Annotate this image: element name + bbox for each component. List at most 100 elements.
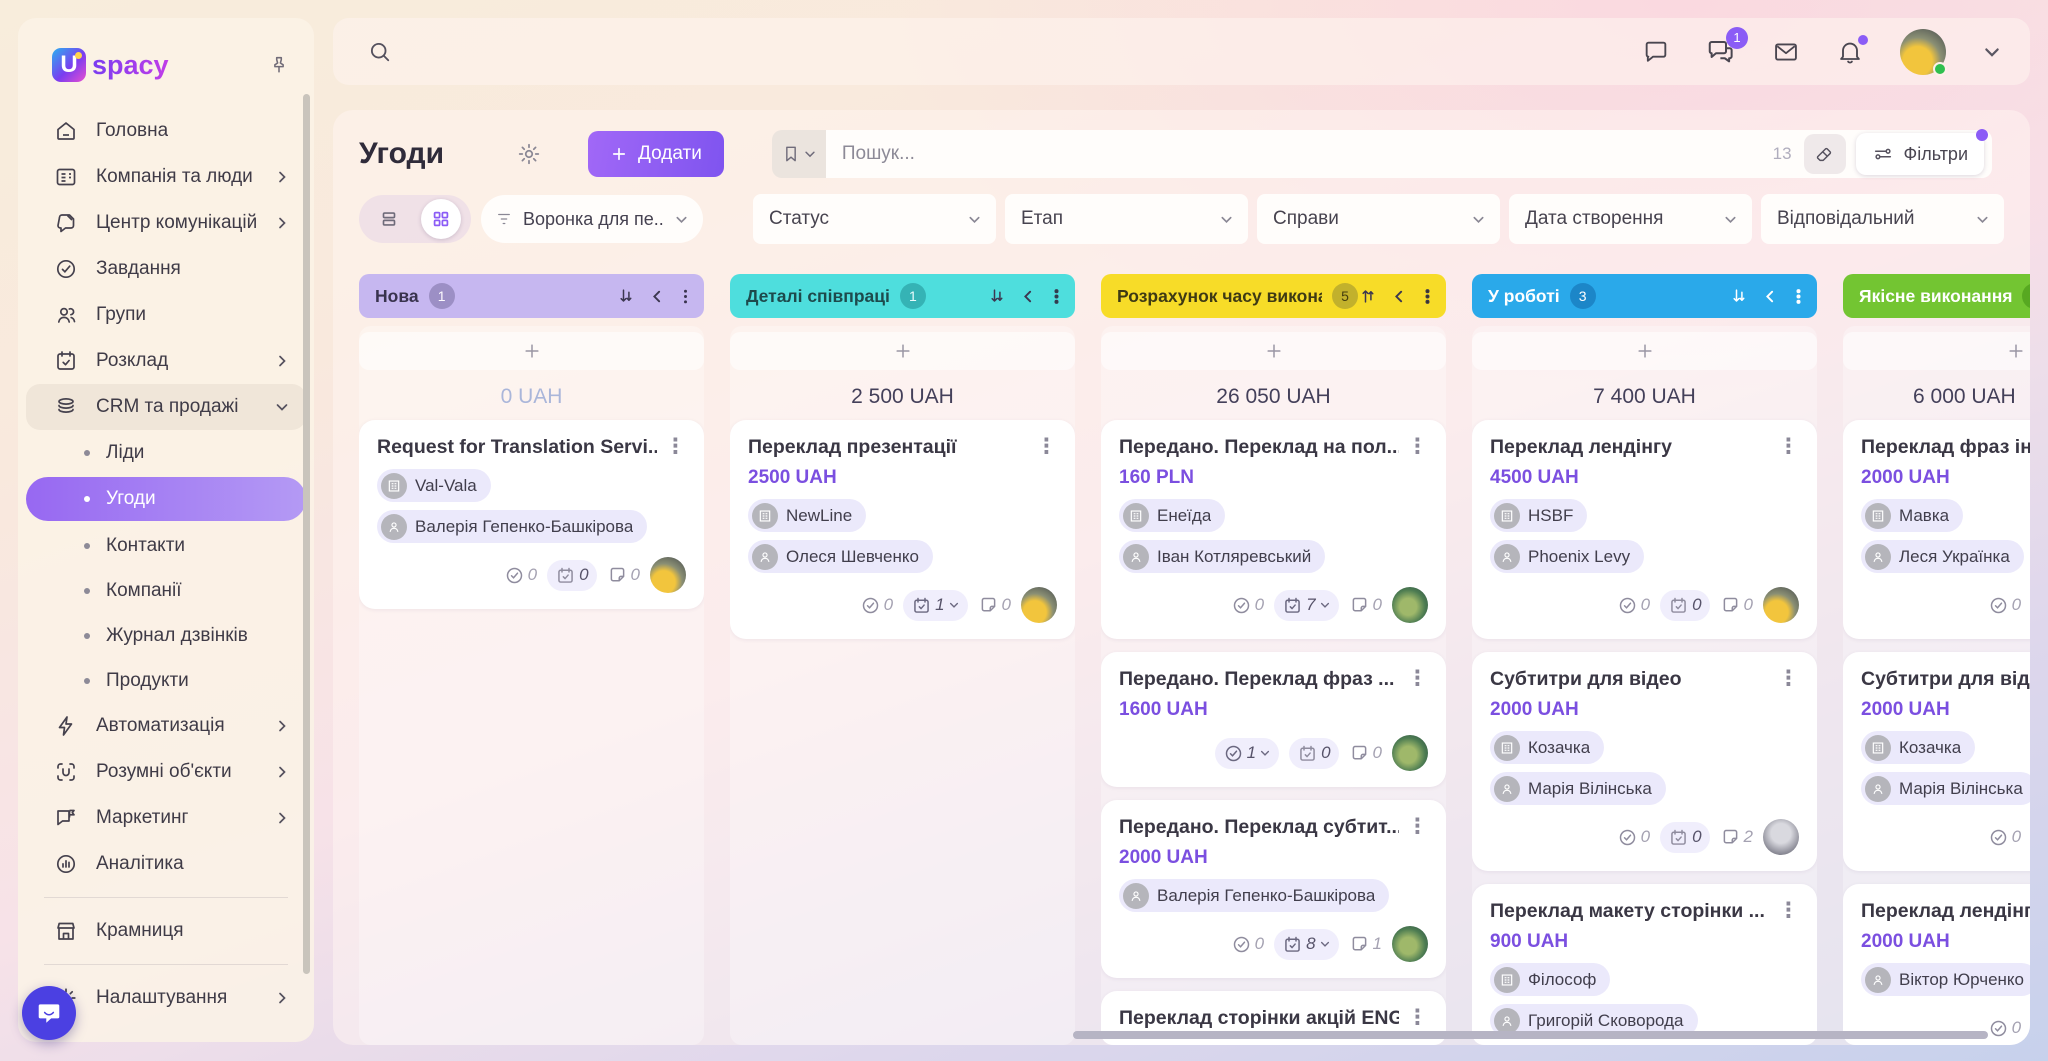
contact-chip[interactable]: Phoenix Levy bbox=[1490, 540, 1644, 573]
tasks-stat[interactable]: 0 bbox=[1988, 595, 2021, 616]
column-header[interactable]: У роботі 3 bbox=[1472, 274, 1817, 318]
activities-stat[interactable]: 0 bbox=[1289, 738, 1338, 769]
deal-card[interactable]: Переклад презентації ⋮ 2500 UAH NewLine … bbox=[730, 420, 1075, 639]
sort-icon[interactable] bbox=[1729, 286, 1749, 306]
company-chip[interactable]: Енеїда bbox=[1119, 499, 1225, 532]
card-menu-icon[interactable]: ⋮ bbox=[1770, 436, 1799, 457]
filter-select-created-date[interactable]: Дата створення bbox=[1509, 194, 1752, 244]
global-search-icon[interactable] bbox=[367, 39, 393, 65]
sort-icon[interactable] bbox=[616, 286, 636, 306]
filters-button[interactable]: Фільтри bbox=[1856, 133, 1984, 175]
sidebar-item-company-people[interactable]: Компанія та люди bbox=[18, 154, 314, 200]
collapse-column-icon[interactable] bbox=[1761, 288, 1778, 305]
sidebar-item-automation[interactable]: Автоматизація bbox=[18, 703, 314, 749]
deal-card[interactable]: Request for Translation Servi... ⋮ Val-V… bbox=[359, 420, 704, 609]
add-card-button[interactable] bbox=[730, 332, 1075, 370]
activities-stat[interactable]: 8 bbox=[1274, 929, 1338, 960]
contact-chip[interactable]: Валерія Гепенко-Башкірова bbox=[1119, 879, 1389, 912]
card-menu-icon[interactable]: ⋮ bbox=[657, 436, 686, 457]
deal-card[interactable]: Передано. Переклад фраз ... ⋮ 1600 UAH 1… bbox=[1101, 652, 1446, 787]
notes-stat[interactable]: 0 bbox=[978, 595, 1011, 616]
sidebar-item-store[interactable]: Крамниця bbox=[18, 908, 314, 954]
sidebar-item-marketing[interactable]: Маркетинг bbox=[18, 795, 314, 841]
company-chip[interactable]: Козачка bbox=[1490, 731, 1604, 764]
filter-select-activities[interactable]: Справи bbox=[1257, 194, 1500, 244]
notifications-bell-icon[interactable] bbox=[1836, 38, 1864, 66]
add-card-button[interactable] bbox=[1472, 332, 1817, 370]
card-menu-icon[interactable]: ⋮ bbox=[1399, 1007, 1428, 1028]
card-menu-icon[interactable]: ⋮ bbox=[1770, 900, 1799, 921]
company-chip[interactable]: NewLine bbox=[748, 499, 866, 532]
card-menu-icon[interactable]: ⋮ bbox=[1399, 816, 1428, 837]
contact-chip[interactable]: Марія Вілінська bbox=[1490, 772, 1666, 805]
sidebar-item-communications[interactable]: Центр комунікацій bbox=[18, 200, 314, 246]
company-chip[interactable]: Філософ bbox=[1490, 963, 1610, 996]
pipeline-selector[interactable]: Воронка для пе... bbox=[481, 195, 703, 243]
support-chat-fab[interactable] bbox=[22, 986, 76, 1040]
tasks-stat[interactable]: 0 bbox=[504, 565, 537, 586]
tasks-stat[interactable]: 0 bbox=[1231, 934, 1264, 955]
card-menu-icon[interactable]: ⋮ bbox=[1399, 436, 1428, 457]
mail-icon[interactable] bbox=[1772, 38, 1800, 66]
deal-card[interactable]: Субтитри для відео ⋮ 2000 UAH Козачка Ма… bbox=[1472, 652, 1817, 871]
contact-chip[interactable]: Марія Вілінська bbox=[1861, 772, 2030, 805]
company-chip[interactable]: Козачка bbox=[1861, 731, 1975, 764]
column-header[interactable]: Розрахунок часу викона... 5 bbox=[1101, 274, 1446, 318]
sidebar-item-call-log[interactable]: Журнал дзвінків bbox=[18, 613, 314, 658]
sidebar-item-home[interactable]: Головна bbox=[18, 108, 314, 154]
sidebar-item-leads[interactable]: Ліди bbox=[18, 430, 314, 475]
contact-chip[interactable]: Леся Українка bbox=[1861, 540, 2024, 573]
sidebar-item-smart-objects[interactable]: Розумні об'єкти bbox=[18, 749, 314, 795]
contact-chip[interactable]: Олеся Шевченко bbox=[748, 540, 933, 573]
company-chip[interactable]: HSBF bbox=[1490, 499, 1587, 532]
add-deal-button[interactable]: Додати bbox=[588, 131, 724, 177]
collapse-column-icon[interactable] bbox=[1390, 288, 1407, 305]
search-input[interactable] bbox=[842, 143, 1773, 165]
filter-select-stage[interactable]: Етап bbox=[1005, 194, 1248, 244]
tasks-stat[interactable]: 0 bbox=[1988, 1018, 2021, 1039]
profile-chevron-down-icon[interactable] bbox=[1982, 42, 2002, 62]
filter-select-responsible[interactable]: Відповідальний bbox=[1761, 194, 2004, 244]
contact-chip[interactable]: Віктор Юрченко bbox=[1861, 963, 2030, 996]
deal-card[interactable]: Субтитри для відео. Ред... ⋮ 2000 UAH Ко… bbox=[1843, 652, 2030, 871]
column-header[interactable]: Нова 1 bbox=[359, 274, 704, 318]
feed-chat-icon[interactable] bbox=[1642, 38, 1670, 66]
sidebar-item-products[interactable]: Продукти bbox=[18, 658, 314, 703]
horizontal-scrollbar[interactable] bbox=[1073, 1031, 1988, 1039]
sidebar-item-contacts[interactable]: Контакти bbox=[18, 523, 314, 568]
sidebar-item-schedule[interactable]: Розклад bbox=[18, 338, 314, 384]
sidebar-item-companies[interactable]: Компанії bbox=[18, 568, 314, 613]
filter-select-status[interactable]: Статус bbox=[753, 194, 996, 244]
responsible-avatar[interactable] bbox=[650, 557, 686, 593]
company-chip[interactable]: Мавка bbox=[1861, 499, 1963, 532]
saved-filters-button[interactable] bbox=[772, 130, 826, 178]
messenger-icon[interactable]: 1 bbox=[1706, 37, 1736, 67]
notes-stat[interactable]: 0 bbox=[1720, 595, 1753, 616]
tasks-stat[interactable]: 0 bbox=[1988, 827, 2021, 848]
tasks-stat[interactable]: 0 bbox=[1617, 827, 1650, 848]
sidebar-scrollbar[interactable] bbox=[303, 94, 310, 974]
responsible-avatar[interactable] bbox=[1392, 735, 1428, 771]
deal-card[interactable]: Переклад лендінгу ⋮ 4500 UAH HSBF Phoeni… bbox=[1472, 420, 1817, 639]
column-header[interactable]: Якісне виконання 3 bbox=[1843, 274, 2030, 318]
card-menu-icon[interactable]: ⋮ bbox=[1028, 436, 1057, 457]
card-menu-icon[interactable]: ⋮ bbox=[1770, 668, 1799, 689]
clear-filters-eraser-icon[interactable] bbox=[1804, 134, 1846, 174]
responsible-avatar[interactable] bbox=[1392, 926, 1428, 962]
deal-card[interactable]: Передано. Переклад субтит... ⋮ 2000 UAH … bbox=[1101, 800, 1446, 978]
deal-card[interactable]: Передано. Переклад на пол... ⋮ 160 PLN Е… bbox=[1101, 420, 1446, 639]
sidebar-item-crm[interactable]: CRM та продажі bbox=[26, 384, 306, 430]
notes-stat[interactable]: 0 bbox=[607, 565, 640, 586]
kanban-view-button[interactable] bbox=[421, 199, 461, 239]
sidebar-item-deals[interactable]: Угоди bbox=[26, 477, 306, 521]
column-menu-icon[interactable] bbox=[677, 288, 694, 305]
column-menu-icon[interactable] bbox=[1790, 288, 1807, 305]
add-card-button[interactable] bbox=[1101, 332, 1446, 370]
deal-card[interactable]: Переклад фраз інтерфейсу ⋮ 2000 UAH Мавк… bbox=[1843, 420, 2030, 639]
deal-card[interactable]: Переклад макету сторінки ... ⋮ 900 UAH Ф… bbox=[1472, 884, 1817, 1045]
notes-stat[interactable]: 0 bbox=[1349, 595, 1382, 616]
company-chip[interactable]: Val-Vala bbox=[377, 469, 491, 502]
activities-stat[interactable]: 0 bbox=[1660, 590, 1709, 621]
responsible-avatar[interactable] bbox=[1763, 819, 1799, 855]
card-menu-icon[interactable]: ⋮ bbox=[1399, 668, 1428, 689]
